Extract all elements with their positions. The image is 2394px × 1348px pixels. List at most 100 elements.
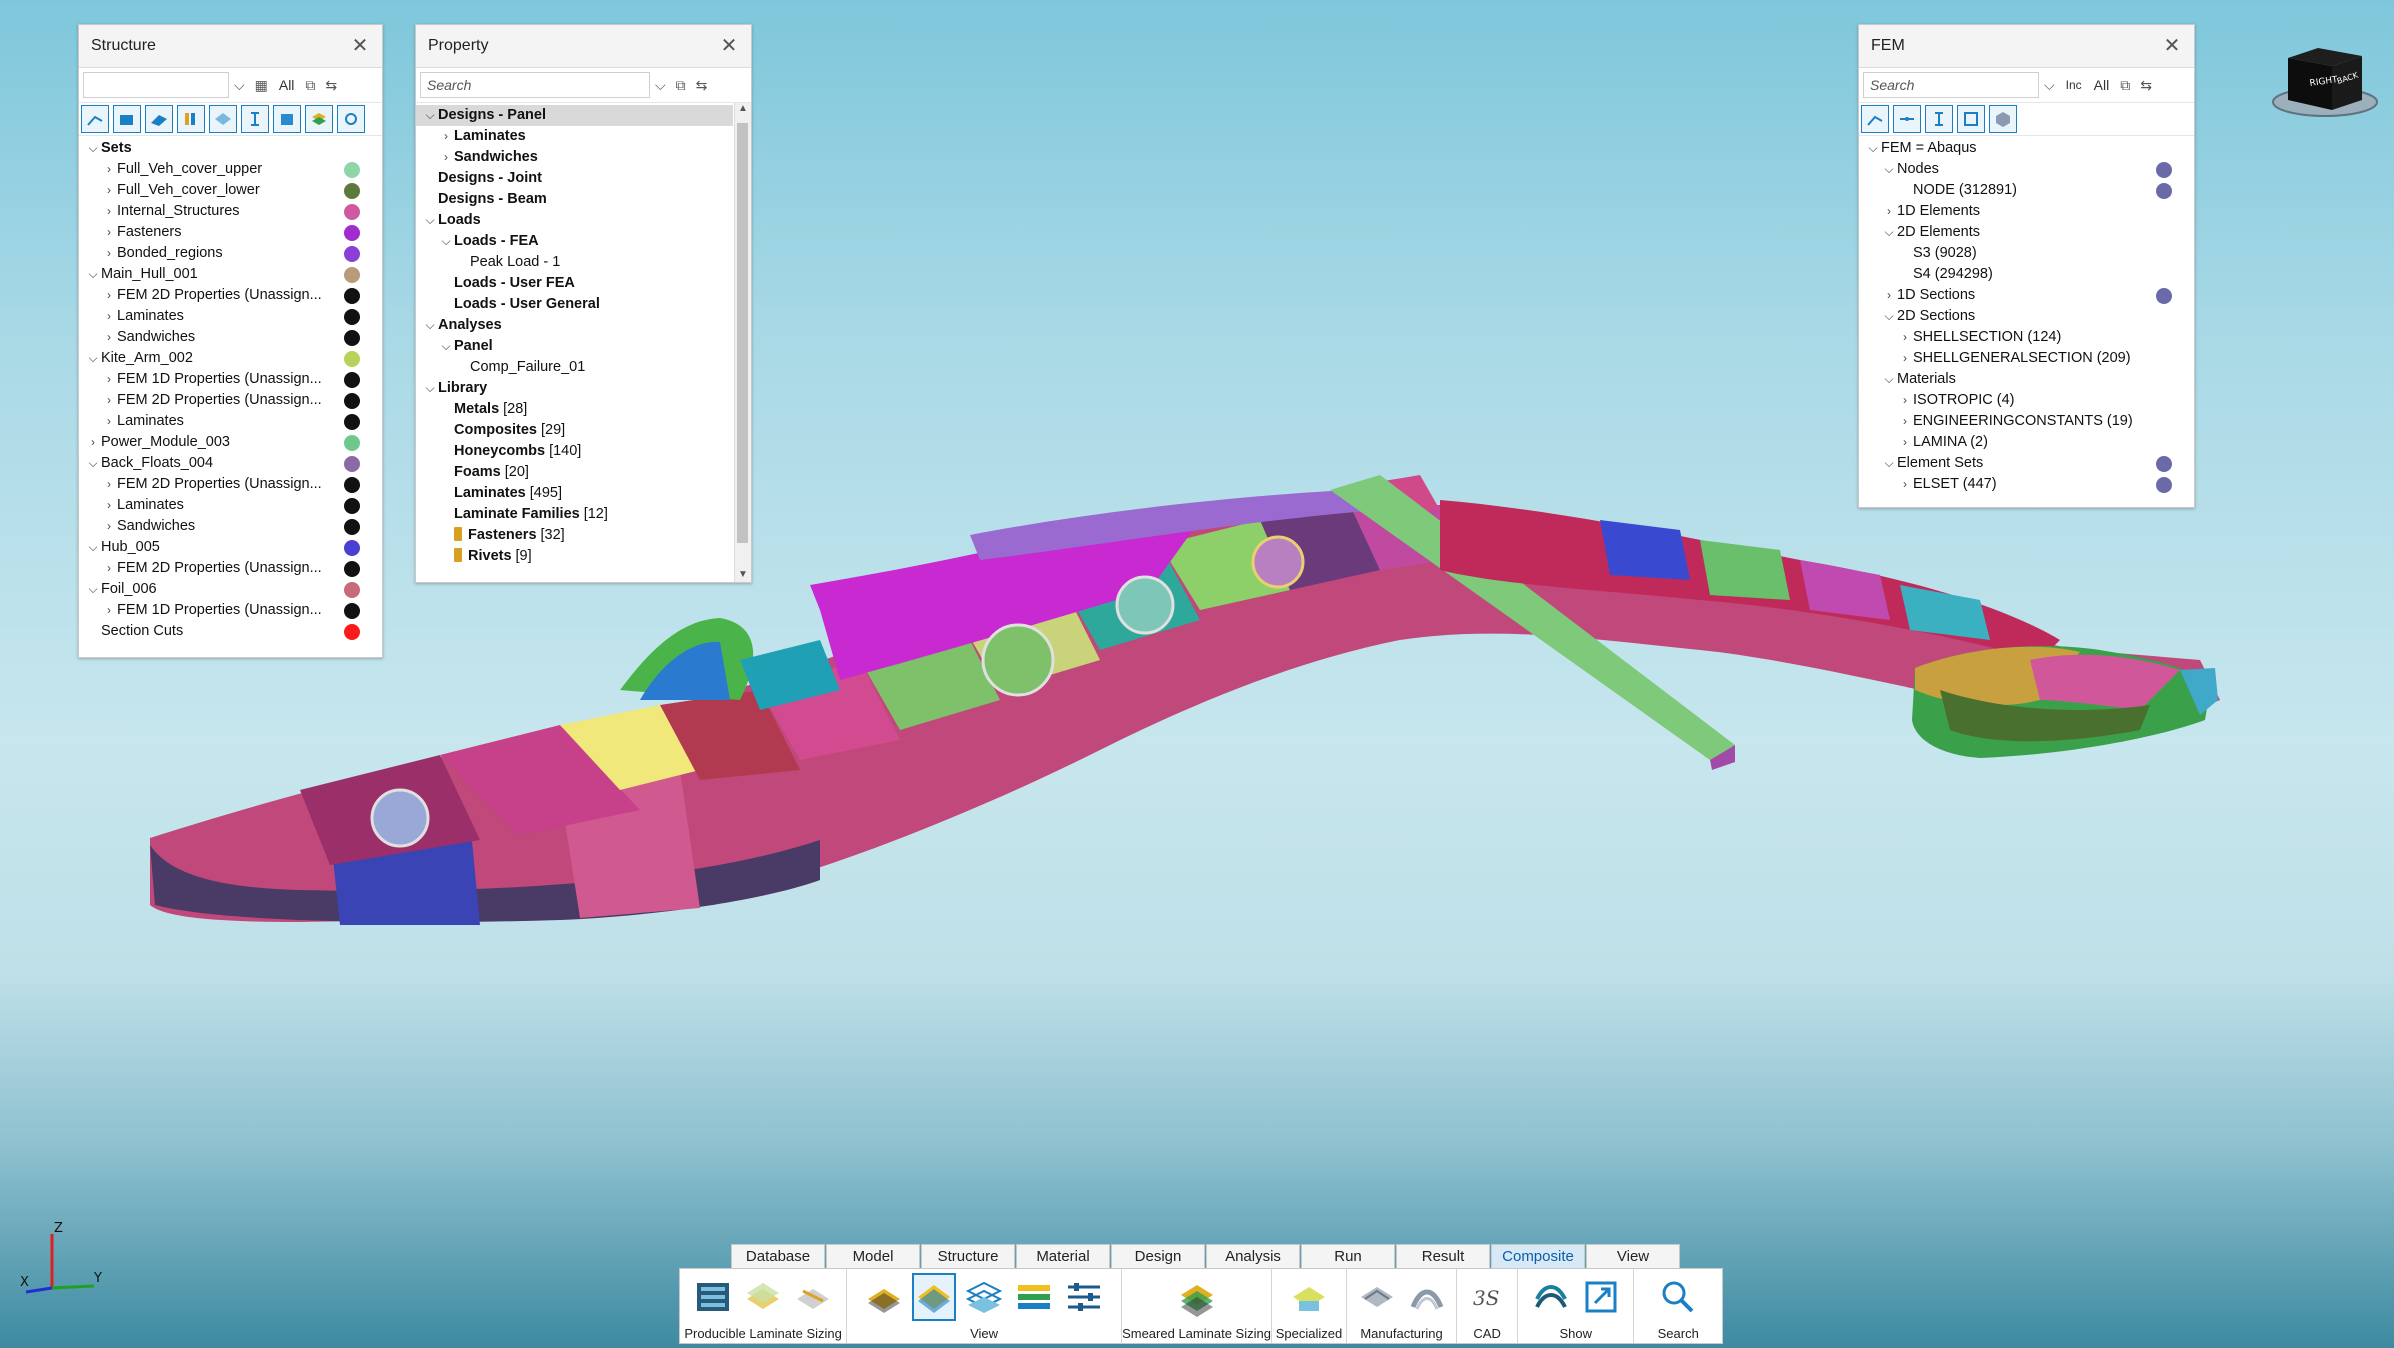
chevron-right-icon[interactable]: ›	[101, 390, 117, 411]
status-dot[interactable]	[2156, 456, 2172, 472]
tree-row[interactable]: Loads - User General	[416, 294, 733, 315]
chevron-down-icon[interactable]: ⌵	[422, 105, 438, 126]
solid-view-icon[interactable]	[113, 105, 141, 133]
close-icon[interactable]: ✕	[717, 25, 741, 67]
box-view-icon[interactable]	[273, 105, 301, 133]
tab-material[interactable]: Material	[1016, 1244, 1110, 1269]
specialized-icon[interactable]	[1287, 1273, 1331, 1321]
chevron-right-icon[interactable]: ›	[101, 495, 117, 516]
beam-section-icon[interactable]	[1925, 105, 1953, 133]
materials-icon[interactable]	[1989, 105, 2017, 133]
chevron-down-icon[interactable]: ⌵	[234, 77, 245, 94]
tree-row[interactable]: › ENGINEERINGCONSTANTS (19)	[1859, 411, 2194, 432]
tab-run[interactable]: Run	[1301, 1244, 1395, 1269]
fem-search-input[interactable]: Search	[1863, 72, 2039, 98]
color-swatch[interactable]	[344, 288, 360, 304]
color-swatch[interactable]	[344, 351, 360, 367]
chevron-down-icon[interactable]: ⌵	[85, 579, 101, 600]
chevron-right-icon[interactable]: ›	[101, 243, 117, 264]
chevron-right-icon[interactable]: ›	[101, 306, 117, 327]
chevron-down-icon[interactable]: ⌵	[1881, 453, 1897, 474]
tree-row[interactable]: NODE (312891)	[1859, 180, 2194, 201]
color-swatch[interactable]	[344, 540, 360, 556]
tree-row[interactable]: › Power_Module_003	[79, 432, 382, 453]
tree-row[interactable]: Laminate Families [12]	[416, 504, 733, 525]
tree-row[interactable]: ⌵ Analyses	[416, 315, 733, 336]
tree-row[interactable]: ⌵ Loads - FEA	[416, 231, 733, 252]
chevron-right-icon[interactable]: ›	[1897, 327, 1913, 348]
tree-row[interactable]: ⌵ Back_Floats_004	[79, 453, 382, 474]
filter-icon[interactable]: ▦	[255, 77, 268, 94]
tab-result[interactable]: Result	[1396, 1244, 1490, 1269]
chevron-right-icon[interactable]: ›	[101, 411, 117, 432]
tree-row[interactable]: S4 (294298)	[1859, 264, 2194, 285]
sizing-table-icon[interactable]	[691, 1273, 735, 1321]
tab-design[interactable]: Design	[1111, 1244, 1205, 1269]
laminate-view-icon[interactable]	[862, 1273, 906, 1321]
chevron-right-icon[interactable]: ›	[101, 327, 117, 348]
tree-row[interactable]: › Sandwiches	[79, 327, 382, 348]
stack-view-icon[interactable]	[962, 1273, 1006, 1321]
tree-row[interactable]: ⌵ Loads	[416, 210, 733, 231]
chevron-right-icon[interactable]: ›	[101, 558, 117, 579]
close-icon[interactable]: ✕	[348, 25, 372, 67]
chevron-down-icon[interactable]: ⌵	[85, 264, 101, 285]
tree-row[interactable]: S3 (9028)	[1859, 243, 2194, 264]
tree-row[interactable]: › Laminates	[79, 411, 382, 432]
chevron-right-icon[interactable]: ›	[101, 474, 117, 495]
tree-row[interactable]: ⌵ Materials	[1859, 369, 2194, 390]
color-swatch[interactable]	[344, 267, 360, 283]
tree-row[interactable]: › Laminates	[79, 306, 382, 327]
color-swatch[interactable]	[344, 162, 360, 178]
property-scrollbar[interactable]: ▲ ▼	[734, 103, 751, 582]
chevron-right-icon[interactable]: ›	[1897, 348, 1913, 369]
color-swatch[interactable]	[344, 582, 360, 598]
tree-row[interactable]: Designs - Joint	[416, 168, 733, 189]
tree-row[interactable]: › Laminates	[416, 126, 733, 147]
color-swatch[interactable]	[344, 498, 360, 514]
show-layers-icon[interactable]	[1529, 1273, 1573, 1321]
tree-row[interactable]: Designs - Beam	[416, 189, 733, 210]
tree-row[interactable]: Fasteners [32]	[416, 525, 733, 546]
chevron-right-icon[interactable]: ›	[1897, 474, 1913, 495]
chevron-down-icon[interactable]: ⌵	[1881, 369, 1897, 390]
chevron-down-icon[interactable]: ⌵	[85, 537, 101, 558]
filter-all-button[interactable]: All	[279, 77, 295, 93]
tree-row[interactable]: › ISOTROPIC (4)	[1859, 390, 2194, 411]
tree-row[interactable]: › FEM 2D Properties (Unassign...	[79, 285, 382, 306]
chevron-down-icon[interactable]: ⌵	[1881, 159, 1897, 180]
chevron-right-icon[interactable]: ›	[101, 516, 117, 537]
ply-flattening-icon[interactable]	[1405, 1273, 1449, 1321]
color-swatch[interactable]	[344, 393, 360, 409]
color-swatch[interactable]	[344, 183, 360, 199]
filter-all-button[interactable]: All	[2094, 77, 2110, 93]
color-swatch[interactable]	[344, 225, 360, 241]
status-dot[interactable]	[2156, 162, 2172, 178]
panel-view-icon[interactable]	[145, 105, 173, 133]
tab-model[interactable]: Model	[826, 1244, 920, 1269]
tree-row[interactable]: › Sandwiches	[79, 516, 382, 537]
tree-row[interactable]: ⌵ Sets	[79, 138, 382, 159]
surface-view-icon[interactable]	[209, 105, 237, 133]
chevron-right-icon[interactable]: ›	[1897, 411, 1913, 432]
chevron-down-icon[interactable]: ⌵	[438, 231, 454, 252]
tab-analysis[interactable]: Analysis	[1206, 1244, 1300, 1269]
chevron-down-icon[interactable]: ⌵	[438, 336, 454, 357]
smeared-sizing-icon[interactable]	[1175, 1273, 1219, 1321]
tree-row[interactable]: ⌵ Hub_005	[79, 537, 382, 558]
cad-icon[interactable]: 3S	[1465, 1273, 1509, 1321]
tree-row[interactable]: Foams [20]	[416, 462, 733, 483]
chevron-down-icon[interactable]: ⌵	[2044, 77, 2055, 94]
view-cube[interactable]: RIGHT BACK	[2270, 44, 2380, 124]
chevron-right-icon[interactable]: ›	[1897, 432, 1913, 453]
structure-search-input[interactable]	[83, 72, 229, 98]
chevron-right-icon[interactable]: ›	[1881, 201, 1897, 222]
tab-structure[interactable]: Structure	[921, 1244, 1015, 1269]
sync-icon[interactable]: ⇆	[325, 77, 337, 94]
tree-row[interactable]: › Full_Veh_cover_lower	[79, 180, 382, 201]
chevron-down-icon[interactable]: ⌵	[422, 315, 438, 336]
tree-row[interactable]: › 1D Sections	[1859, 285, 2194, 306]
chevron-right-icon[interactable]: ›	[101, 222, 117, 243]
tree-row[interactable]: Peak Load - 1	[416, 252, 733, 273]
search-icon[interactable]	[1656, 1273, 1700, 1321]
